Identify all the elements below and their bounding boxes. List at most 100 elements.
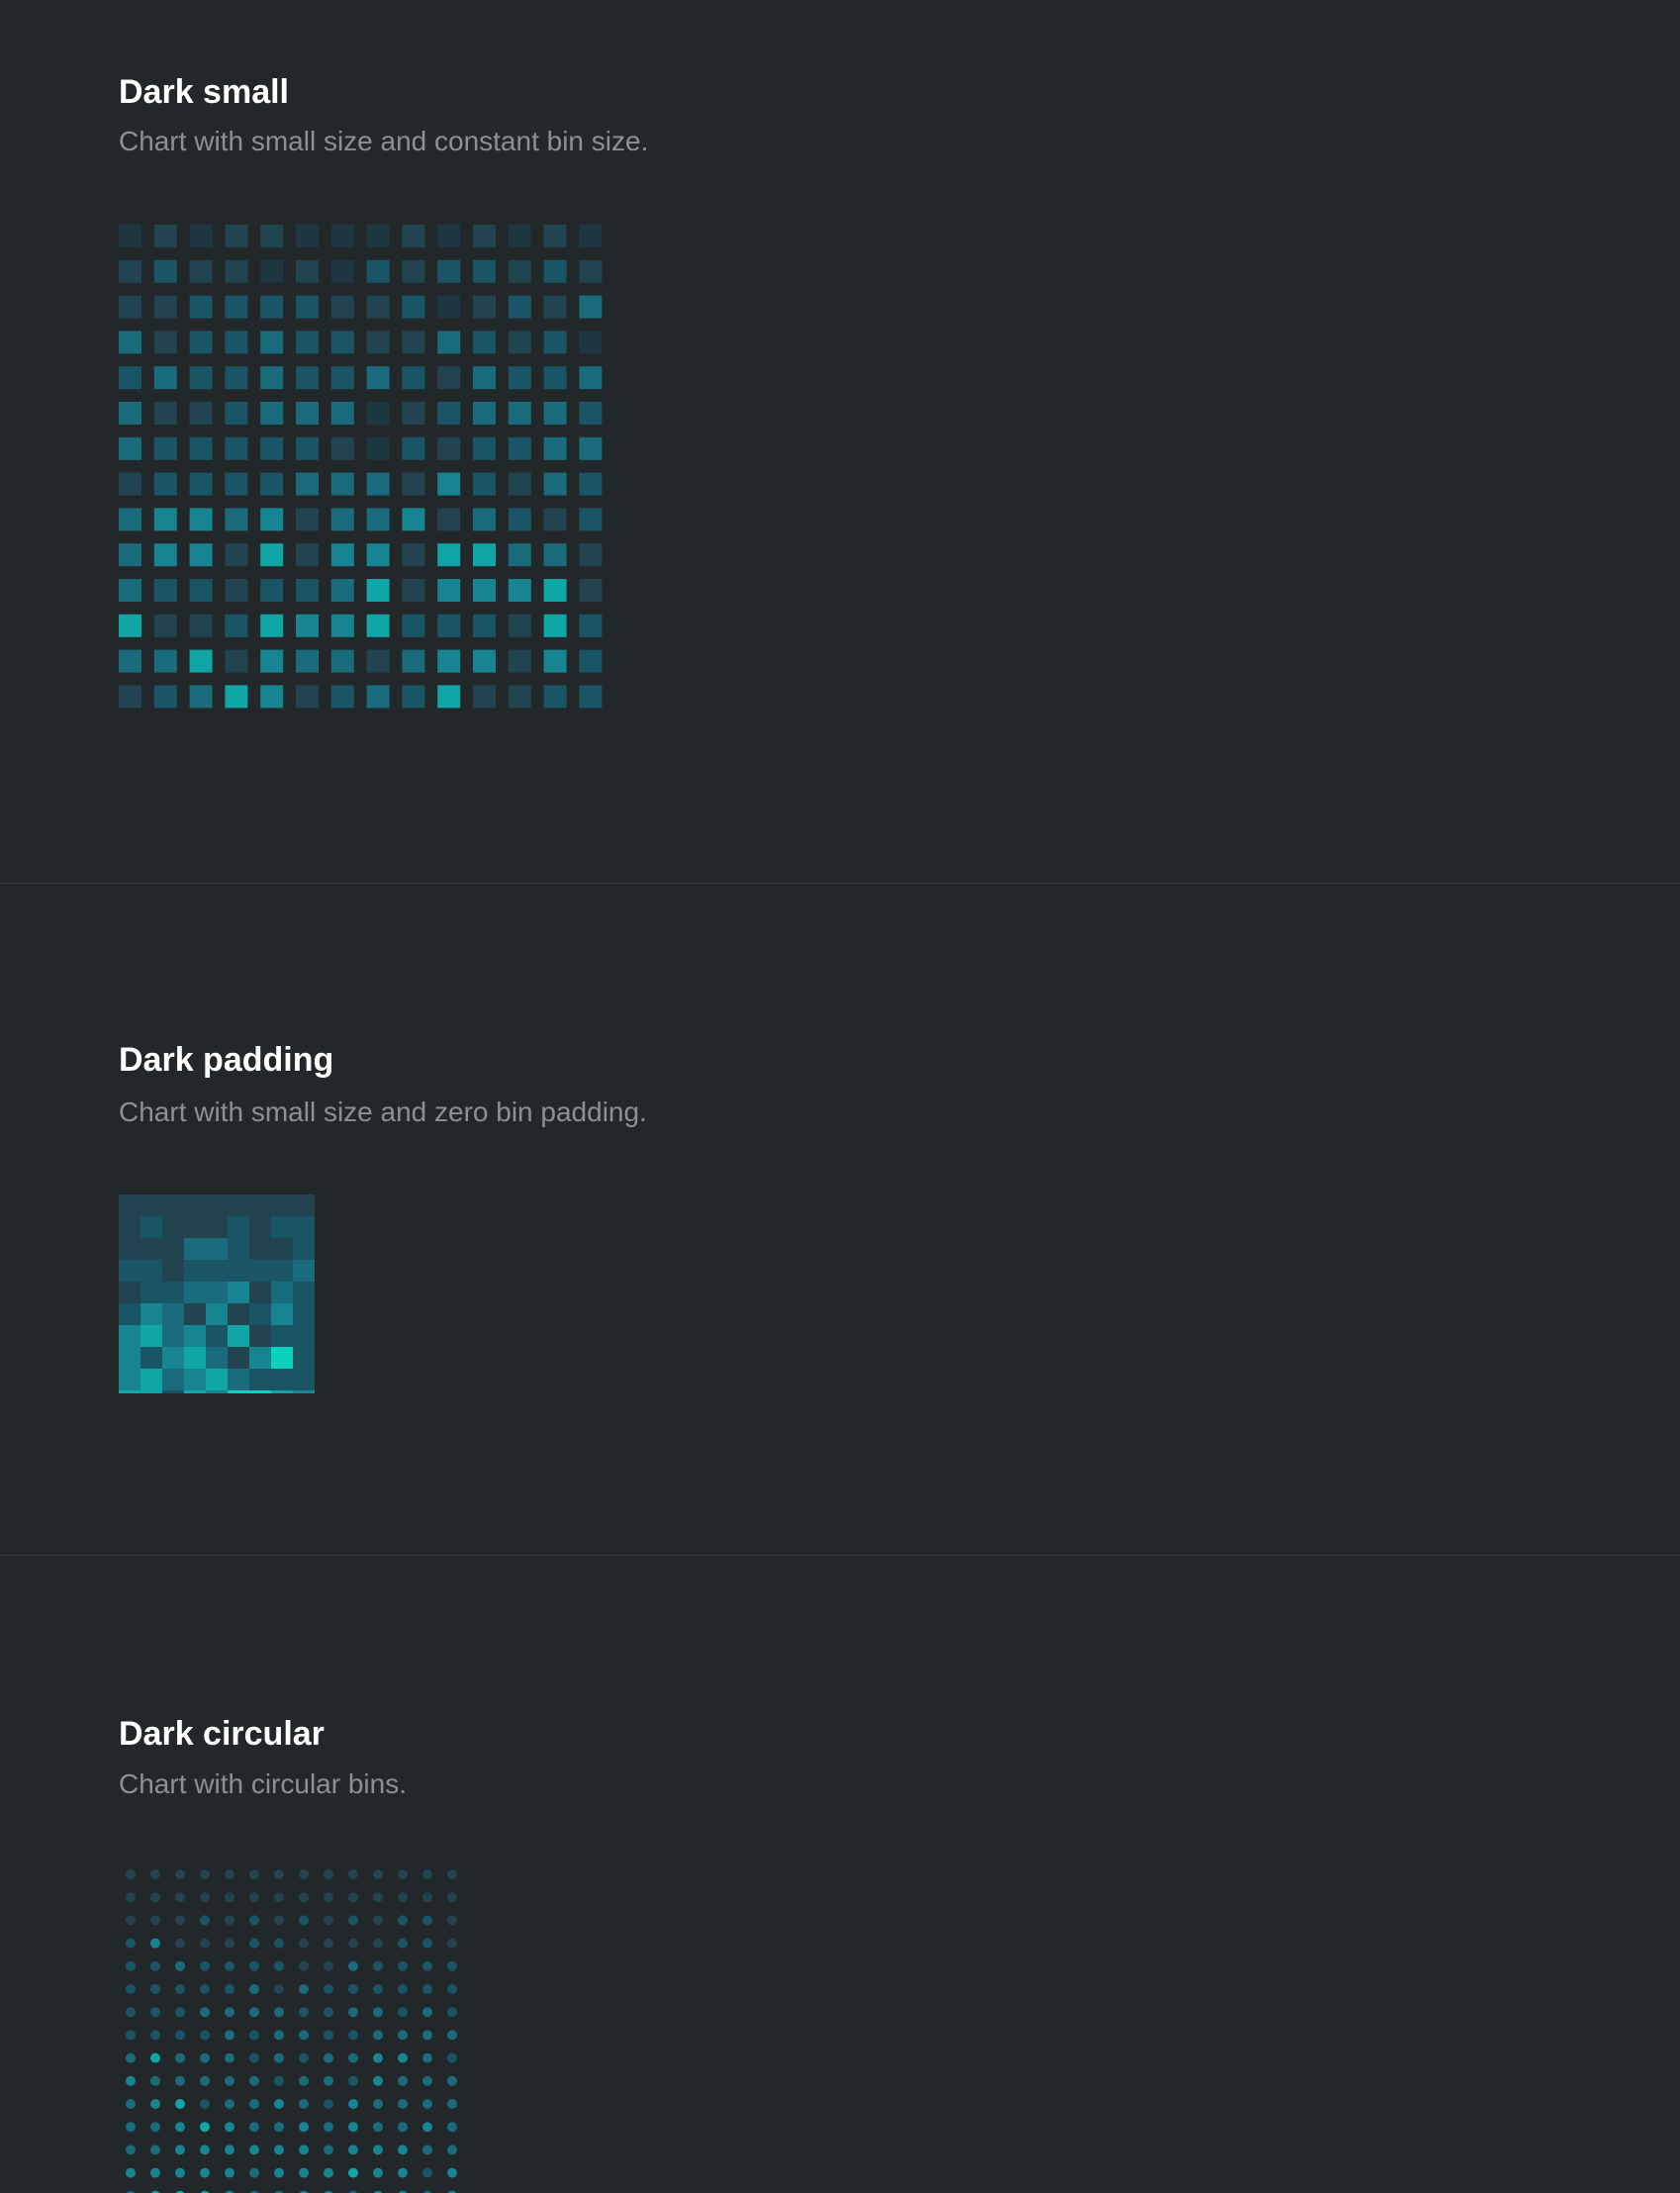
heatmap-bin bbox=[373, 2075, 383, 2086]
heatmap-bin bbox=[296, 331, 319, 354]
heatmap-bin bbox=[373, 2167, 383, 2178]
heatmap-bin bbox=[126, 2122, 136, 2133]
heatmap-bin bbox=[189, 402, 213, 425]
heatmap-bin bbox=[330, 472, 354, 496]
heatmap-bin bbox=[175, 1960, 185, 1971]
heatmap-bin bbox=[348, 2167, 358, 2178]
heatmap-bin bbox=[119, 436, 141, 460]
section-description: Chart with circular bins. bbox=[119, 1768, 407, 1799]
heatmap-bin bbox=[126, 2167, 136, 2178]
heatmap-bin bbox=[543, 331, 567, 354]
heatmap-bin bbox=[126, 1984, 136, 1994]
heatmap-bin bbox=[422, 2075, 432, 2086]
heatmap-bin bbox=[140, 1216, 162, 1238]
heatmap-bin bbox=[200, 2007, 210, 2018]
heatmap-bin bbox=[249, 1915, 259, 1926]
heatmap-bin bbox=[249, 1869, 259, 1879]
heatmap-bin bbox=[175, 2099, 185, 2109]
heatmap-bin bbox=[299, 1984, 309, 1994]
heatmap-bin bbox=[184, 1238, 206, 1260]
heatmap-bin bbox=[402, 614, 425, 637]
heatmap-bin bbox=[473, 614, 496, 637]
heatmap-bin bbox=[260, 685, 284, 709]
heatmap-bin bbox=[140, 1282, 162, 1303]
heatmap-bin bbox=[271, 1347, 293, 1369]
heatmap-bin bbox=[543, 649, 567, 673]
section-description: Chart with small size and constant bin s… bbox=[119, 126, 649, 156]
heatmap-bin bbox=[249, 1303, 271, 1325]
heatmap-bin bbox=[175, 2145, 185, 2155]
heatmap-bin bbox=[473, 366, 496, 390]
heatmap-bin bbox=[447, 2030, 457, 2041]
heatmap-bin bbox=[200, 1960, 210, 1971]
heatmap-bin bbox=[153, 472, 177, 496]
heatmap-bin bbox=[126, 1892, 136, 1903]
heatmap-bin bbox=[119, 225, 141, 247]
heatmap-bin bbox=[119, 1282, 140, 1303]
heatmap-bin bbox=[274, 2052, 284, 2063]
heatmap-bin bbox=[579, 685, 603, 709]
heatmap-bin bbox=[119, 508, 141, 531]
heatmap-bin bbox=[271, 1194, 293, 1216]
heatmap-bin bbox=[366, 508, 390, 531]
heatmap-bin bbox=[447, 1938, 457, 1949]
heatmap-bin bbox=[153, 366, 177, 390]
heatmap-bin bbox=[189, 259, 213, 283]
heatmap-bin bbox=[543, 579, 567, 602]
heatmap-bin bbox=[473, 259, 496, 283]
heatmap-bin bbox=[293, 1347, 315, 1369]
heatmap-bin bbox=[225, 331, 248, 354]
heatmap-bin bbox=[175, 2030, 185, 2041]
heatmap-bin bbox=[225, 649, 248, 673]
heatmap-bin bbox=[162, 1216, 184, 1238]
heatmap-bin bbox=[140, 1303, 162, 1325]
heatmap-bin bbox=[175, 2075, 185, 2086]
heatmap-bin bbox=[508, 649, 531, 673]
heatmap-bin bbox=[579, 366, 603, 390]
heatmap-bin bbox=[366, 543, 390, 567]
heatmap-bin bbox=[228, 1238, 249, 1260]
heatmap-bin bbox=[447, 1915, 457, 1926]
heatmap-bin bbox=[228, 1347, 249, 1369]
heatmap-bin bbox=[330, 685, 354, 709]
heatmap-bin bbox=[324, 1938, 333, 1949]
heatmap-bin bbox=[274, 1915, 284, 1926]
heatmap-bin bbox=[398, 1869, 408, 1879]
heatmap-bin bbox=[296, 579, 319, 602]
heatmap-bin bbox=[402, 649, 425, 673]
heatmap-bin bbox=[473, 685, 496, 709]
heatmap-bin bbox=[473, 472, 496, 496]
heatmap-bin bbox=[189, 225, 213, 247]
heatmap-bin bbox=[206, 1369, 228, 1390]
heatmap-bin bbox=[330, 331, 354, 354]
heatmap-bin bbox=[119, 1390, 140, 1393]
heatmap-bin bbox=[437, 543, 461, 567]
heatmap-bin bbox=[348, 2099, 358, 2109]
heatmap-bin bbox=[162, 1238, 184, 1260]
heatmap-bin bbox=[398, 1984, 408, 1994]
heatmap-bin bbox=[126, 2052, 136, 2063]
heatmap-bin bbox=[184, 1347, 206, 1369]
heatmap-bin bbox=[153, 436, 177, 460]
heatmap-bin bbox=[249, 1369, 271, 1390]
heatmap-bin bbox=[402, 225, 425, 247]
heatmap-bin bbox=[228, 1369, 249, 1390]
heatmap-bin bbox=[175, 1915, 185, 1926]
heatmap-bin bbox=[330, 295, 354, 319]
heatmap-bin bbox=[373, 1984, 383, 1994]
heatmap-bin bbox=[200, 2145, 210, 2155]
heatmap-bin bbox=[402, 579, 425, 602]
heatmap-bin bbox=[225, 2007, 234, 2018]
heatmap-bin bbox=[324, 2145, 333, 2155]
heatmap-bin bbox=[119, 259, 141, 283]
heatmap-bin bbox=[473, 436, 496, 460]
heatmap-bin bbox=[153, 295, 177, 319]
heatmap-bin bbox=[225, 259, 248, 283]
heatmap-bin bbox=[225, 2145, 234, 2155]
heatmap-bin bbox=[249, 2167, 259, 2178]
heatmap-bin bbox=[126, 1938, 136, 1949]
heatmap-bin bbox=[293, 1194, 315, 1216]
heatmap-bin bbox=[150, 2145, 160, 2155]
heatmap-bin bbox=[473, 331, 496, 354]
heatmap-bin bbox=[422, 1915, 432, 1926]
